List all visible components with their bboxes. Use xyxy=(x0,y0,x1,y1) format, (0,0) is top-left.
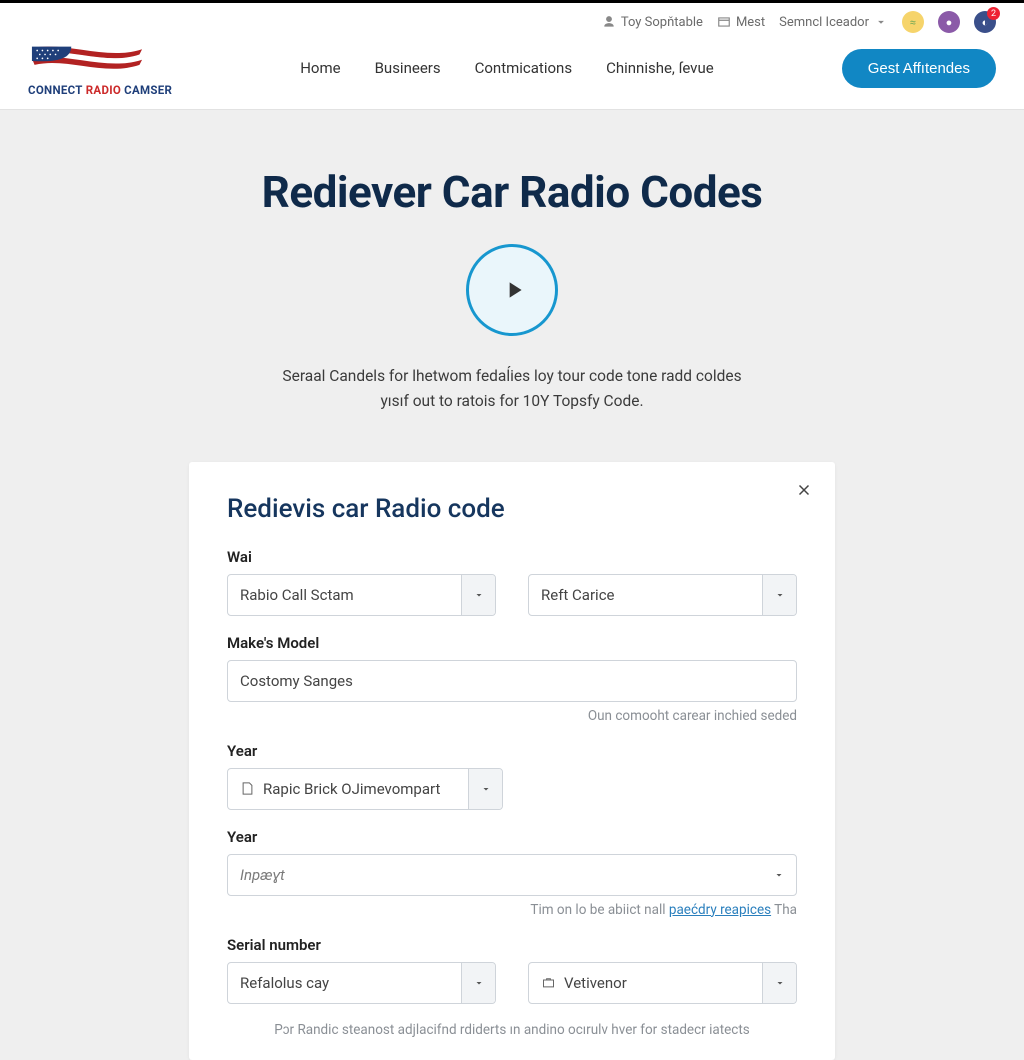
chevron-down-icon xyxy=(473,977,485,989)
mest-link[interactable]: Mest xyxy=(717,15,765,30)
nav-chinnishe[interactable]: Chinnishe, ſevue xyxy=(606,59,714,77)
search-label: Semncl Iceador xyxy=(779,15,869,30)
make-input[interactable]: Costomy Sanges xyxy=(227,660,797,702)
briefcase-icon xyxy=(541,975,556,990)
play-icon xyxy=(501,277,527,303)
top-bar: Toy Sopňtable Mest Semncl Iceador ≈ ● ◐2 xyxy=(0,0,1024,110)
year2-helper: Tim on lo be abiict nall paećdry reapice… xyxy=(227,902,797,918)
notif-badge: 2 xyxy=(987,7,1000,20)
header-main: CONNECT RADIO CAMSER Home Busineers Cont… xyxy=(28,39,996,97)
year2-placeholder: Inpæɣt xyxy=(240,866,285,884)
notif-pill-1[interactable]: ≈ xyxy=(902,11,924,33)
chevron-down-icon xyxy=(874,15,888,29)
year2-label: Year xyxy=(227,828,797,846)
card-icon xyxy=(717,15,731,29)
document-icon xyxy=(240,781,255,796)
row-year1: Year Rapic Brick OJimevompart xyxy=(227,742,797,810)
vet-select[interactable]: Vetivenor xyxy=(528,962,797,1004)
close-icon xyxy=(795,481,813,499)
row-year2: Year Inpæɣt Tim on lo be abiict nall pae… xyxy=(227,828,797,918)
site-logo[interactable]: CONNECT RADIO CAMSER xyxy=(28,39,172,97)
serial-label: Serial number xyxy=(227,936,797,954)
hero-line1: Seraal Candels for lhetwom fedaĺies loy … xyxy=(40,364,984,389)
nav-home[interactable]: Home xyxy=(300,59,340,77)
utility-nav: Toy Sopňtable Mest Semncl Iceador ≈ ● ◐2 xyxy=(28,11,996,33)
vet-value: Vetivenor xyxy=(564,974,627,992)
chevron-down-icon xyxy=(774,977,786,989)
mest-label: Mest xyxy=(736,15,765,30)
close-button[interactable] xyxy=(795,480,813,504)
row-make: Make's Model Costomy Sanges Oun comooht … xyxy=(227,634,797,724)
chevron-down-icon xyxy=(480,783,492,795)
card-title: Redievis car Radio code xyxy=(227,494,797,524)
helper-link[interactable]: paećdry reapices xyxy=(669,902,771,918)
year2-select[interactable]: Inpæɣt xyxy=(227,854,797,896)
row-serial: Serial number Refalolus cay Vetivenor xyxy=(227,936,797,1004)
search-dropdown[interactable]: Semncl Iceador xyxy=(779,15,888,30)
chevron-down-icon xyxy=(774,589,786,601)
make-value: Costomy Sanges xyxy=(240,672,353,690)
serial-select[interactable]: Refalolus cay xyxy=(227,962,496,1004)
wai-label: Wai xyxy=(227,548,797,566)
chevron-down-icon xyxy=(473,589,485,601)
year1-select[interactable]: Rapic Brick OJimevompart xyxy=(227,768,503,810)
hero-section: Rediever Car Radio Codes Seraal Candels … xyxy=(0,110,1024,440)
notif-pill-3[interactable]: ◐2 xyxy=(974,11,996,33)
form-card: Redievis car Radio code Wai Rabio Call S… xyxy=(189,462,835,1060)
user-label: Toy Sopňtable xyxy=(621,15,703,30)
reft-select[interactable]: Reft Carice xyxy=(528,574,797,616)
main-nav: Home Busineers Contmications Chinnishe, … xyxy=(300,59,713,77)
user-icon xyxy=(602,15,616,29)
reft-value: Reft Carice xyxy=(541,586,615,604)
logo-text: CONNECT RADIO CAMSER xyxy=(28,83,172,97)
chevron-down-icon xyxy=(773,869,785,881)
make-label: Make's Model xyxy=(227,634,797,652)
row-wai: Wai Rabio Call Sctam Reft Carice xyxy=(227,548,797,616)
page-title: Rediever Car Radio Codes xyxy=(40,166,984,218)
flag-icon xyxy=(28,39,146,83)
user-menu[interactable]: Toy Sopňtable xyxy=(602,15,703,30)
wai-select[interactable]: Rabio Call Sctam xyxy=(227,574,496,616)
play-button[interactable] xyxy=(466,244,558,336)
year1-value: Rapic Brick OJimevompart xyxy=(263,780,440,798)
cta-button[interactable]: Gest Affıtendes xyxy=(842,49,996,88)
serial-value: Refalolus cay xyxy=(240,974,329,992)
make-helper: Oun comooht carear inchied seded xyxy=(227,708,797,724)
notif-pill-2[interactable]: ● xyxy=(938,11,960,33)
hero-line2: yısıf out to ratois for 10Y Topsfy Code. xyxy=(40,389,984,414)
nav-communications[interactable]: Contmications xyxy=(475,59,572,77)
year1-label: Year xyxy=(227,742,797,760)
nav-business[interactable]: Busineers xyxy=(375,59,441,77)
wai-value: Rabio Call Sctam xyxy=(240,586,354,604)
